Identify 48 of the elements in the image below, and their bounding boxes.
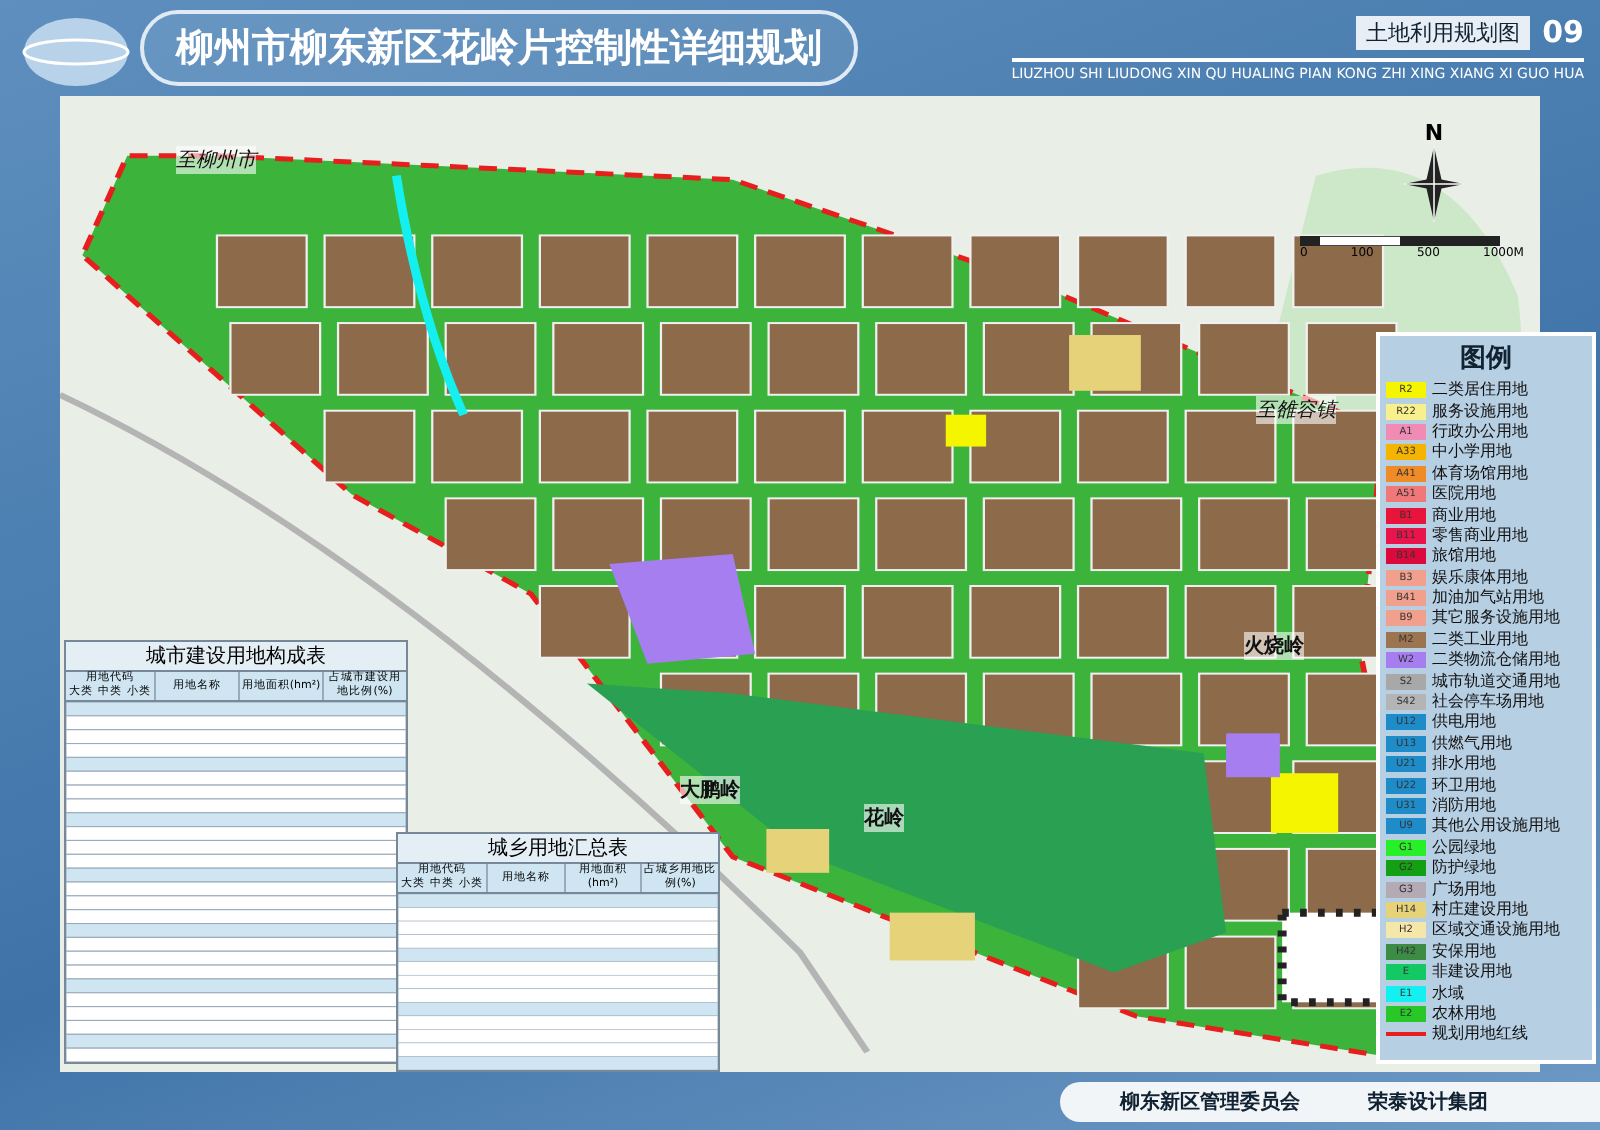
legend-label: 二类物流仓储用地 [1432,650,1560,671]
sheet-number: 09 [1542,14,1584,50]
sheet-name: 土地利用规划图 [1356,15,1531,49]
legend-title: 图例 [1460,342,1512,376]
legend-label: 中小学用地 [1432,442,1512,463]
legend-label: 环卫用地 [1432,775,1496,796]
place-label: 至雒容镇 [1256,396,1336,424]
legend-label: 水域 [1432,983,1464,1004]
place-label: 火烧岭 [1244,632,1304,660]
organization-name: 荣泰设计集团 [1368,1089,1488,1115]
legend-label: 旅馆用地 [1432,546,1496,567]
legend-label: 防护绿地 [1432,858,1496,879]
legend-label: 医院用地 [1432,484,1496,505]
table-title: 城乡用地汇总表 [398,834,718,862]
north-label: N [1424,120,1444,146]
compass-rose-icon [1404,146,1464,222]
legend-label: 非建设用地 [1432,962,1512,983]
legend-label: 消防用地 [1432,796,1496,816]
table-title: 城市建设用地构成表 [66,642,406,670]
legend-label: 供电用地 [1432,712,1496,733]
legend-label: 规划用地红线 [1432,1024,1528,1045]
legend-label: 其它服务设施用地 [1432,608,1560,629]
legend-label: 商业用地 [1432,505,1496,526]
legend-label: 体育场馆用地 [1432,463,1528,484]
legend-label: 二类居住用地 [1432,380,1528,401]
legend-label: 供燃气用地 [1432,733,1512,754]
organization-name: 柳东新区管理委员会 [1120,1088,1300,1115]
legend-label: 城市轨道交通用地 [1432,671,1560,692]
legend-label: 社会停车场用地 [1432,692,1544,713]
place-label: 花岭 [864,804,904,832]
legend-label: 其他公用设施用地 [1432,816,1560,837]
legend-label: 服务设施用地 [1432,401,1528,422]
legend-label: 农林用地 [1432,1003,1496,1024]
legend-label: 广场用地 [1432,879,1496,900]
legend-label: 零售商业用地 [1432,525,1528,546]
legend-label: 村庄建设用地 [1432,899,1528,920]
legend-label: 安保用地 [1432,941,1496,962]
plan-title: 柳州市柳东新区花岭片控制性详细规划 [176,26,822,70]
legend-label: 娱乐康体用地 [1432,567,1528,588]
scale-bar-icon [1300,236,1500,246]
legend-label: 公园绿地 [1432,837,1496,858]
legend-label: 区域交通设施用地 [1432,920,1560,941]
legend-label: 二类工业用地 [1432,629,1528,650]
legend-label: 行政办公用地 [1432,421,1528,442]
place-label: 至柳州市 [176,146,256,174]
legend-label: 加油加气站用地 [1432,588,1544,608]
place-label: 大鹏岭 [680,776,740,804]
legend-label: 排水用地 [1432,754,1496,775]
